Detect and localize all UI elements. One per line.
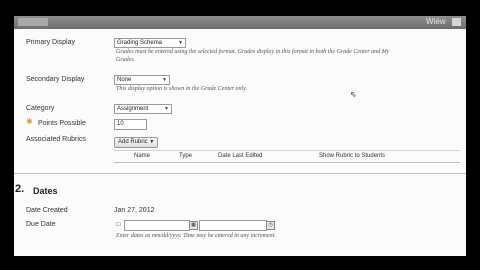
screen: Wiéw Primary Display Grading Schema ▼ Gr… — [14, 16, 466, 256]
category-value: Assignment — [117, 106, 149, 112]
title-bar-right-label: Wiéw — [426, 17, 446, 26]
primary-display-select[interactable]: Grading Schema ▼ — [114, 38, 186, 48]
calendar-icon[interactable]: ▦ — [189, 221, 198, 230]
primary-display-label: Primary Display — [26, 39, 76, 46]
due-date-checkbox[interactable]: ☐ — [114, 221, 123, 230]
mouse-cursor-icon: ⇖ — [350, 90, 357, 99]
clock-icon[interactable]: ◷ — [266, 221, 275, 230]
window-title-bar: Wiéw — [14, 16, 466, 29]
rubric-column-date-last-edited: Date Last Edited — [218, 153, 263, 159]
primary-display-help: Grades must be entered using the selecte… — [116, 49, 390, 55]
window-control[interactable] — [452, 18, 461, 26]
rubric-table-bottom-border — [114, 162, 460, 163]
rubric-column-show-rubric: Show Rubric to Students — [319, 153, 386, 159]
date-created-value: Jan 27, 2012 — [114, 207, 155, 214]
add-rubric-button[interactable]: Add Rubric ▼ — [114, 137, 159, 148]
required-star-icon: ✱ — [26, 117, 33, 126]
chevron-down-icon: ▼ — [178, 40, 183, 46]
secondary-display-value: None — [117, 77, 132, 83]
associated-rubrics-label: Associated Rubrics — [26, 136, 86, 143]
section-number: 2. — [15, 183, 25, 195]
rubric-column-type: Type — [179, 153, 193, 159]
rubric-column-name: Name — [134, 153, 151, 159]
category-select[interactable]: Assignment ▼ — [114, 104, 172, 114]
category-label: Category — [26, 105, 55, 112]
date-created-label: Date Created — [26, 207, 68, 214]
points-possible-label: Points Possible — [38, 120, 86, 127]
chevron-down-icon: ▼ — [164, 106, 169, 112]
due-date-date-input[interactable] — [124, 220, 190, 231]
title-bar-left-label — [18, 18, 48, 26]
secondary-display-label: Secondary Display — [26, 76, 85, 83]
secondary-display-help: This display option is shown in the Grad… — [116, 86, 248, 92]
due-date-help: Enter dates as mm/dd/yyyy. Time may be e… — [116, 233, 276, 239]
section-title-dates: Dates — [33, 186, 58, 196]
due-date-time-input[interactable] — [199, 220, 267, 231]
chevron-down-icon: ▼ — [162, 77, 167, 83]
section-divider — [14, 173, 466, 174]
add-rubric-button-label: Add Rubric — [118, 139, 148, 145]
points-possible-input[interactable]: 10 — [114, 119, 147, 130]
primary-display-help-continued: Grades. — [116, 57, 136, 63]
rubric-table-top-border — [114, 150, 460, 151]
secondary-display-select[interactable]: None ▼ — [114, 75, 170, 85]
due-date-label: Due Date — [26, 221, 56, 228]
chevron-down-icon: ▼ — [149, 139, 155, 145]
primary-display-value: Grading Schema — [117, 40, 163, 46]
